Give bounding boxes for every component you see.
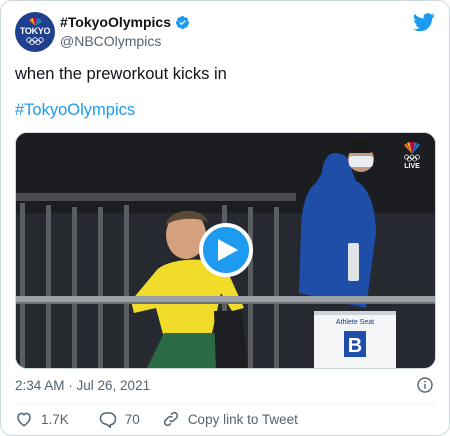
video-player[interactable]: Athlete Seat B LIVE (15, 132, 436, 369)
copy-link-button[interactable]: Copy link to Tweet (162, 410, 298, 428)
like-button[interactable]: 1.7K (15, 410, 69, 428)
info-icon[interactable] (417, 377, 433, 393)
peacock-logo-icon (29, 17, 42, 26)
nbc-peacock-icon (404, 142, 420, 154)
sign-label: Athlete Seat (336, 319, 374, 326)
reply-count: 70 (124, 411, 140, 427)
hashtag-link[interactable]: #TokyoOlympics (15, 101, 135, 120)
like-count: 1.7K (41, 411, 69, 427)
handle[interactable]: @NBCOlympics (60, 33, 161, 49)
divider (15, 403, 436, 404)
link-icon[interactable] (162, 410, 180, 428)
verified-badge-icon (175, 15, 190, 29)
live-badge: LIVE (404, 163, 420, 170)
tweet-text: when the preworkout kicks in (15, 65, 227, 83)
reply-icon[interactable] (99, 410, 117, 428)
twitter-logo-icon[interactable] (413, 13, 435, 31)
display-name[interactable]: #TokyoOlympics (60, 14, 190, 30)
play-button[interactable] (199, 223, 253, 277)
tweet-card[interactable]: TOKYO #TokyoOlympics @NBCOlympics when t… (0, 0, 450, 436)
heart-icon[interactable] (15, 410, 33, 428)
sign-letter: B (348, 335, 362, 357)
olympic-rings-icon (404, 154, 420, 162)
olympic-rings-icon (26, 36, 44, 45)
display-name-text[interactable]: #TokyoOlympics (60, 14, 171, 30)
tweet-timestamp[interactable]: 2:34 AM · Jul 26, 2021 (15, 378, 150, 393)
broadcaster-logo: LIVE (403, 142, 421, 170)
avatar-text: TOKYO (19, 25, 51, 36)
play-icon[interactable] (218, 239, 238, 261)
copy-link-label[interactable]: Copy link to Tweet (188, 412, 298, 427)
action-bar: 1.7K 70 Copy link to Tweet (15, 410, 298, 428)
reply-button[interactable]: 70 (99, 410, 140, 428)
avatar[interactable]: TOKYO (15, 12, 55, 52)
